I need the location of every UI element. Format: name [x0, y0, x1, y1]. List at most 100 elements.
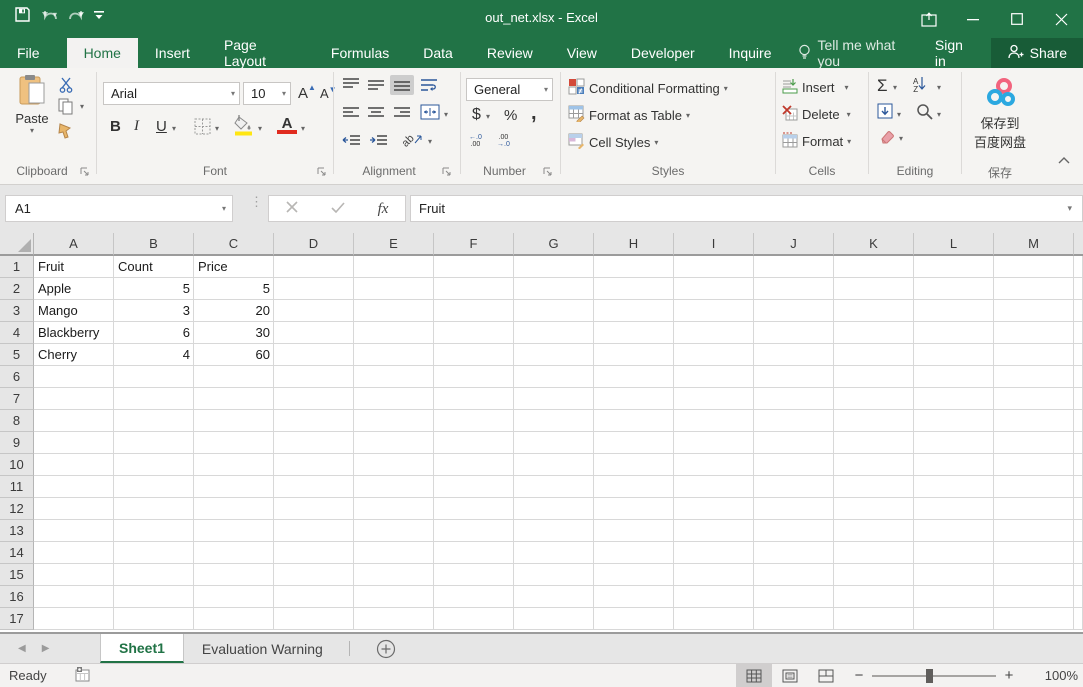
cell-L16[interactable]	[914, 586, 994, 608]
cell-G14[interactable]	[514, 542, 594, 564]
cell-I12[interactable]	[674, 498, 754, 520]
cell-H15[interactable]	[594, 564, 674, 586]
cell-J3[interactable]	[754, 300, 834, 322]
row-header-2[interactable]: 2	[0, 278, 34, 300]
cell-partial-15[interactable]	[1074, 564, 1083, 586]
page-break-view-icon[interactable]	[808, 664, 844, 687]
formula-bar-splitter[interactable]: ⋮	[250, 199, 263, 205]
cell-M15[interactable]	[994, 564, 1074, 586]
cell-J7[interactable]	[754, 388, 834, 410]
cell-H2[interactable]	[594, 278, 674, 300]
column-header-B[interactable]: B	[114, 233, 194, 256]
cancel-icon[interactable]	[286, 201, 298, 216]
cell-C6[interactable]	[194, 366, 274, 388]
insert-function-icon[interactable]: fx	[378, 200, 389, 218]
column-header-partial[interactable]	[1074, 233, 1083, 256]
copy-icon[interactable]	[58, 98, 74, 118]
row-header-5[interactable]: 5	[0, 344, 34, 366]
font-name-dropdown-icon[interactable]: ▾	[231, 89, 235, 98]
cell-E15[interactable]	[354, 564, 434, 586]
ribbon-display-options-icon[interactable]	[907, 0, 951, 38]
number-format-combo[interactable]: General ▾	[466, 78, 553, 101]
cell-F17[interactable]	[434, 608, 514, 630]
cell-L11[interactable]	[914, 476, 994, 498]
cell-F3[interactable]	[434, 300, 514, 322]
row-header-8[interactable]: 8	[0, 410, 34, 432]
cell-M1[interactable]	[994, 256, 1074, 278]
cell-C4[interactable]: 30	[194, 322, 274, 344]
tab-file[interactable]: File	[0, 38, 57, 68]
merge-center-icon[interactable]	[420, 104, 440, 120]
cell-L7[interactable]	[914, 388, 994, 410]
cell-E1[interactable]	[354, 256, 434, 278]
zoom-in-icon[interactable]: +	[998, 667, 1020, 684]
autosum-dropdown-icon[interactable]: ▾	[893, 83, 897, 92]
cell-partial-6[interactable]	[1074, 366, 1083, 388]
cell-L17[interactable]	[914, 608, 994, 630]
cell-H14[interactable]	[594, 542, 674, 564]
column-header-L[interactable]: L	[914, 233, 994, 256]
align-bottom-icon[interactable]	[390, 75, 414, 95]
cell-B3[interactable]: 3	[114, 300, 194, 322]
sheet-prev-icon[interactable]: ◀	[18, 643, 26, 654]
cell-G4[interactable]	[514, 322, 594, 344]
enter-icon[interactable]	[331, 201, 345, 216]
cell-C11[interactable]	[194, 476, 274, 498]
cell-J11[interactable]	[754, 476, 834, 498]
cell-C14[interactable]	[194, 542, 274, 564]
cell-E11[interactable]	[354, 476, 434, 498]
column-header-C[interactable]: C	[194, 233, 274, 256]
cell-B6[interactable]	[114, 366, 194, 388]
cell-A17[interactable]	[34, 608, 114, 630]
cell-B13[interactable]	[114, 520, 194, 542]
cell-partial-14[interactable]	[1074, 542, 1083, 564]
maximize-button[interactable]	[995, 0, 1039, 38]
cell-B2[interactable]: 5	[114, 278, 194, 300]
find-dropdown-icon[interactable]: ▾	[937, 110, 941, 119]
baidu-netdisk-save-button[interactable]: 保存到 百度网盘	[964, 78, 1036, 151]
tab-inquire[interactable]: Inquire	[712, 38, 789, 68]
cell-A2[interactable]: Apple	[34, 278, 114, 300]
fill-down-dropdown-icon[interactable]: ▾	[897, 110, 901, 119]
row-header-14[interactable]: 14	[0, 542, 34, 564]
cell-A7[interactable]	[34, 388, 114, 410]
borders-icon[interactable]	[194, 118, 211, 138]
font-color-dropdown-icon[interactable]: ▾	[301, 124, 305, 133]
cell-E7[interactable]	[354, 388, 434, 410]
cell-C2[interactable]: 5	[194, 278, 274, 300]
cell-I2[interactable]	[674, 278, 754, 300]
paste-button[interactable]: Paste ▾	[10, 74, 54, 135]
cell-partial-13[interactable]	[1074, 520, 1083, 542]
cell-J2[interactable]	[754, 278, 834, 300]
cell-J16[interactable]	[754, 586, 834, 608]
sheet-next-icon[interactable]: ▶	[42, 643, 50, 654]
row-header-3[interactable]: 3	[0, 300, 34, 322]
zoom-level[interactable]: 100%	[1034, 668, 1078, 683]
cell-D5[interactable]	[274, 344, 354, 366]
cell-F11[interactable]	[434, 476, 514, 498]
cell-E17[interactable]	[354, 608, 434, 630]
cell-C7[interactable]	[194, 388, 274, 410]
cell-M7[interactable]	[994, 388, 1074, 410]
row-header-12[interactable]: 12	[0, 498, 34, 520]
tab-home[interactable]: Home	[67, 38, 138, 68]
cell-H3[interactable]	[594, 300, 674, 322]
cell-D12[interactable]	[274, 498, 354, 520]
cell-partial-12[interactable]	[1074, 498, 1083, 520]
cell-partial-11[interactable]	[1074, 476, 1083, 498]
cell-A1[interactable]: Fruit	[34, 256, 114, 278]
cell-B1[interactable]: Count	[114, 256, 194, 278]
cell-J12[interactable]	[754, 498, 834, 520]
formula-bar-expand-icon[interactable]: ▾	[1067, 203, 1072, 214]
cell-styles-button[interactable]: Cell Styles ▾	[568, 132, 658, 152]
tab-developer[interactable]: Developer	[614, 38, 712, 68]
tell-me-box[interactable]: Tell me what you	[788, 38, 922, 68]
delete-cells-button[interactable]: Delete ▾	[782, 105, 851, 124]
cell-L4[interactable]	[914, 322, 994, 344]
cell-L15[interactable]	[914, 564, 994, 586]
cell-C10[interactable]	[194, 454, 274, 476]
new-sheet-button[interactable]	[358, 634, 414, 663]
cell-H11[interactable]	[594, 476, 674, 498]
cell-K7[interactable]	[834, 388, 914, 410]
cell-C16[interactable]	[194, 586, 274, 608]
